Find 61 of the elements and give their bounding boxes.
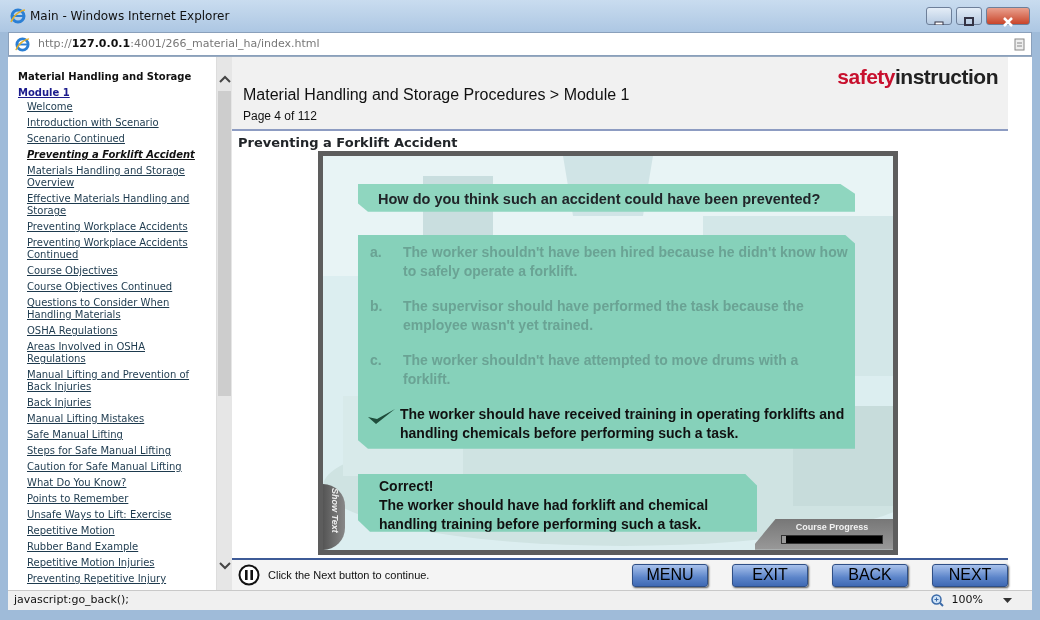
instruction-text: Click the Next button to continue. [268,567,430,583]
question-banner: How do you think such an accident could have been prevented? [358,183,855,212]
scroll-thumb[interactable] [218,91,231,396]
sidebar-link[interactable]: OSHA Regulations [27,325,202,337]
window-title: Main - Windows Internet Explorer [30,8,230,25]
nav-button[interactable]: EXIT [732,563,808,587]
minimize-icon [934,18,944,25]
feedback-text: The worker should have had forklift and chemical handling training before performing such a task. [379,495,710,534]
page-icon[interactable] [1014,37,1025,51]
sidebar-link[interactable]: Materials Handling and Storage Overview [27,165,202,189]
sidebar-link[interactable]: What Do You Know? [27,477,202,489]
sidebar-link[interactable]: Questions to Consider When Handling Materials [27,297,202,321]
sidebar-link[interactable]: Repetitive Motion [27,525,202,537]
sidebar-link[interactable]: Course Objectives Continued [27,281,202,293]
sidebar-link[interactable]: Rubber Band Example [27,541,202,553]
progress-label: Course Progress [794,521,870,533]
sidebar-link[interactable]: Course Objectives [27,265,202,277]
pause-icon[interactable] [238,564,260,586]
sidebar-link[interactable]: Back Injuries [27,397,202,409]
sidebar-link[interactable]: Manual Lifting Mistakes [27,413,202,425]
close-button[interactable] [986,7,1030,25]
sidebar-link[interactable]: Steps for Safe Manual Lifting [27,445,202,457]
page-counter: Page 4 of 112 [243,107,318,125]
answer-option[interactable]: The worker should have received training in operating forklifts and handling chemicals before performing such a task. [400,404,845,443]
logo: safetyinstruction [837,65,998,88]
dropdown-caret-icon[interactable] [1003,597,1012,604]
sidebar-link[interactable]: Points to Remember [27,493,202,505]
scroll-up-icon[interactable] [218,75,231,83]
maximize-button[interactable] [956,7,982,25]
sidebar-link[interactable]: Welcome [27,101,202,113]
scroll-down-icon[interactable] [218,562,231,570]
sidebar-link[interactable]: Effective Materials Handling and Storage [27,193,202,217]
breadcrumb: Material Handling and Storage Procedures > Module 1 [243,84,630,105]
sidebar-link[interactable]: Scenario Continued [27,133,202,145]
sidebar-link[interactable]: Manual Lifting and Prevention of Back Injuries [27,369,202,393]
sidebar-link[interactable]: Introduction with Scenario [27,117,202,129]
sidebar-link[interactable]: Preventing a Forklift Accident [27,149,202,161]
zoom-icon[interactable] [930,594,944,607]
sidebar-link[interactable]: Preventing Workplace Accidents [27,221,202,233]
nav-button[interactable]: MENU [632,563,708,587]
nav-button[interactable]: NEXT [932,563,1008,587]
browser-icon [15,36,30,52]
scrollbar[interactable] [216,57,232,590]
course-title: Material Handling and Storage [18,70,193,84]
browser-icon [10,8,26,24]
close-icon [1003,16,1013,27]
zoom-level[interactable]: 100% [951,592,983,609]
sidebar-link[interactable]: Caution for Safe Manual Lifting [27,461,202,473]
nav-button[interactable]: BACK [832,563,908,587]
sidebar-link[interactable]: Areas Involved in OSHA Regulations [27,341,202,365]
sidebar-link[interactable]: Preventing Repetitive Injury [27,573,202,585]
status-text: javascript:go_back(); [14,592,130,609]
sidebar-link[interactable]: Safe Manual Lifting [27,429,202,441]
sidebar-link[interactable]: Repetitive Motion Injuries [27,557,202,569]
sidebar-link[interactable]: Unsafe Ways to Lift: Exercise [27,509,202,521]
maximize-icon [964,17,974,27]
sidebar-link[interactable]: Preventing Workplace Accidents Continued [27,237,202,261]
module-link[interactable]: Module 1 [18,85,216,101]
feedback-heading: Correct! [379,476,435,496]
page-title: Preventing a Forklift Accident [237,133,459,151]
address-field[interactable]: http://127.0.0.1:4001/266_material_ha/index.html [8,32,1032,56]
